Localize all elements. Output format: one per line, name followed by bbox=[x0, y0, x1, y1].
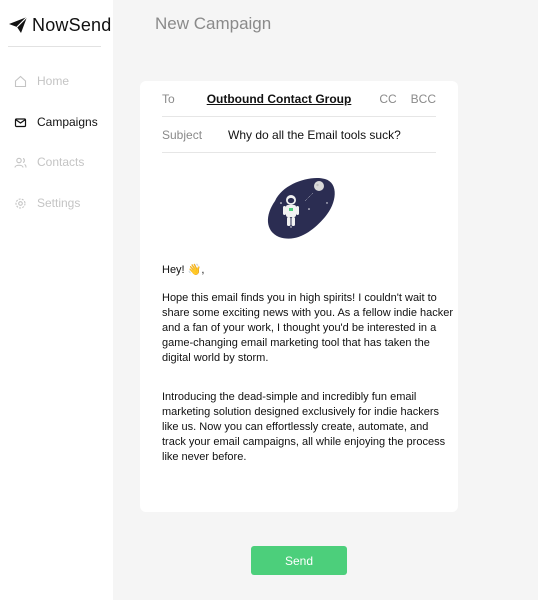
sidebar-item-campaigns[interactable]: Campaigns bbox=[14, 112, 98, 132]
sidebar-item-contacts[interactable]: Contacts bbox=[14, 152, 84, 172]
sidebar-item-home[interactable]: Home bbox=[14, 71, 69, 91]
app-logo[interactable]: NowSend bbox=[8, 12, 111, 38]
sidebar-item-settings[interactable]: Settings bbox=[14, 193, 80, 213]
sidebar-item-label: Settings bbox=[37, 196, 81, 210]
email-greeting[interactable]: Hey! 👋, bbox=[162, 263, 454, 278]
sidebar-divider bbox=[8, 46, 101, 47]
users-icon bbox=[14, 157, 27, 168]
sidebar: NowSend Home Campaigns Contacts Settings bbox=[0, 0, 113, 600]
cc-button[interactable]: CC bbox=[379, 92, 396, 106]
app-name: NowSend bbox=[32, 14, 112, 35]
send-button[interactable]: Send bbox=[251, 546, 347, 575]
page-title: New Campaign bbox=[155, 14, 272, 33]
home-icon bbox=[14, 75, 27, 87]
subject-input[interactable] bbox=[228, 127, 419, 142]
to-row: To Outbound Contact Group CC BCC bbox=[162, 81, 436, 117]
astronaut-illustration bbox=[267, 177, 335, 239]
sidebar-item-label: Contacts bbox=[37, 155, 85, 169]
sidebar-item-label: Home bbox=[37, 74, 70, 88]
email-editor-card: To Outbound Contact Group CC BCC Subject… bbox=[140, 81, 458, 512]
subject-label: Subject bbox=[162, 127, 203, 142]
email-paragraph[interactable]: Hope this email finds you in high spirit… bbox=[162, 291, 454, 366]
to-label: To bbox=[162, 91, 175, 106]
recipient-group-link[interactable]: Outbound Contact Group bbox=[207, 92, 352, 106]
sidebar-item-label: Campaigns bbox=[37, 115, 98, 129]
gear-icon bbox=[15, 197, 26, 209]
paper-plane-icon bbox=[9, 16, 28, 33]
mail-icon bbox=[14, 117, 27, 127]
bcc-button[interactable]: BCC bbox=[411, 92, 436, 106]
email-paragraph[interactable]: Introducing the dead-simple and incredib… bbox=[162, 390, 454, 465]
subject-row: Subject bbox=[162, 117, 436, 153]
